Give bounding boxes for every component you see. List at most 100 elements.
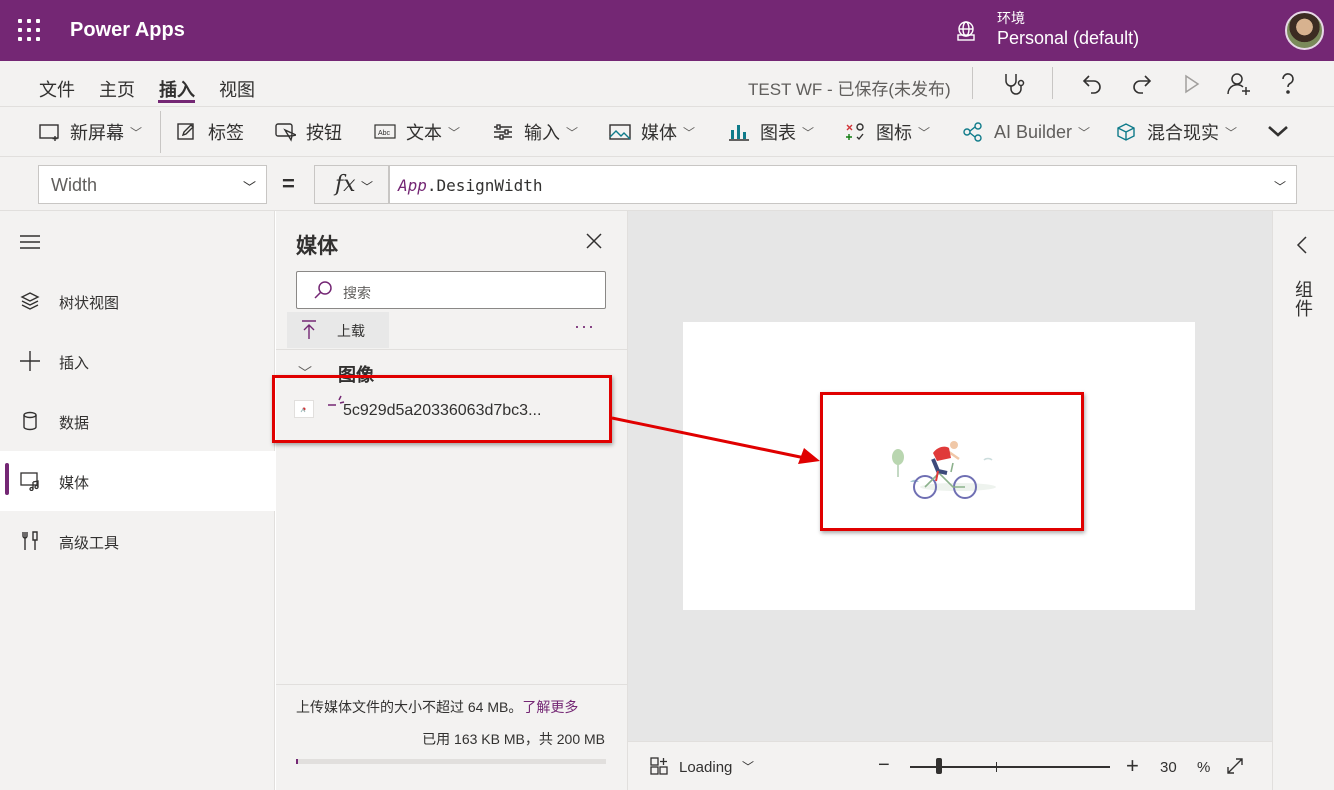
- search-placeholder: 搜索: [343, 285, 371, 301]
- expand-ribbon-chevron-icon[interactable]: [1266, 123, 1290, 139]
- database-icon: [23, 411, 37, 431]
- more-options-icon[interactable]: ···: [574, 316, 595, 337]
- components-pane-label[interactable]: 组件: [1294, 281, 1314, 319]
- icons-button[interactable]: 图标 ﹀: [844, 121, 930, 143]
- chevron-down-icon: ﹀: [448, 125, 461, 140]
- menu-insert[interactable]: 插入: [159, 76, 195, 102]
- nav-item-label: 高级工具: [59, 535, 120, 552]
- panel-title: 媒体: [296, 235, 338, 258]
- icons-label: 图标: [876, 123, 912, 143]
- chevron-down-icon: ﹀: [1078, 125, 1091, 140]
- close-icon[interactable]: [584, 231, 604, 251]
- nav-item-label: 数据: [59, 415, 90, 432]
- mixed-reality-button[interactable]: 混合现实 ﹀: [1115, 121, 1237, 143]
- menu-home[interactable]: 主页: [99, 76, 135, 102]
- nav-item-label: 树状视图: [59, 295, 120, 312]
- formula-input[interactable]: App.DesignWidth ﹀: [389, 165, 1297, 204]
- zoom-slider-thumb[interactable]: [936, 758, 942, 774]
- chevron-left-icon[interactable]: [1295, 235, 1309, 255]
- property-value: Width: [51, 175, 98, 195]
- document-status: TEST WF - 已保存(未发布): [748, 80, 951, 99]
- ai-builder-button[interactable]: AI Builder ﹀: [962, 121, 1090, 143]
- nav-item-media[interactable]: 媒体: [0, 451, 275, 511]
- hamburger-menu-icon[interactable]: [20, 235, 40, 249]
- environment-name[interactable]: Personal (default): [997, 28, 1139, 49]
- media-icon: [20, 472, 39, 491]
- nav-item-advanced-tools[interactable]: 高级工具: [0, 511, 275, 571]
- nav-item-tree-view[interactable]: 树状视图: [0, 271, 275, 331]
- undo-icon[interactable]: [1079, 70, 1107, 98]
- active-indicator: [5, 463, 9, 495]
- zoom-value[interactable]: 30: [1160, 759, 1177, 776]
- divider: [276, 349, 628, 350]
- text-icon: Abc: [374, 124, 396, 139]
- new-screen-button[interactable]: 新屏幕 ﹀: [38, 121, 142, 143]
- upload-size-note: 上传媒体文件的大小不超过 64 MB。了解更多: [296, 697, 578, 717]
- nav-item-insert[interactable]: 插入: [0, 331, 275, 391]
- svg-text:Abc: Abc: [378, 130, 391, 137]
- media-panel: 媒体 搜索 上载 ··· ﹀ 图像 5c929d5a20336063d7bc3.…: [276, 211, 628, 790]
- new-screen-icon: [39, 124, 59, 141]
- chevron-down-icon[interactable]: ﹀: [1274, 178, 1286, 195]
- property-dropdown[interactable]: Width ﹀: [38, 165, 267, 204]
- upload-button[interactable]: 上载: [287, 312, 389, 348]
- search-icon: [314, 281, 332, 299]
- edit-label-icon: [177, 123, 194, 140]
- text-label: 文本: [406, 123, 442, 143]
- ai-builder-label: AI Builder: [994, 121, 1073, 142]
- plus-icon: [20, 351, 40, 371]
- zoom-out-button[interactable]: −: [878, 754, 890, 777]
- environment-label: 环境: [997, 10, 1025, 26]
- menu-view[interactable]: 视图: [219, 76, 255, 102]
- nav-item-label: 媒体: [59, 475, 90, 492]
- help-icon[interactable]: [1274, 70, 1302, 98]
- redo-icon[interactable]: [1127, 70, 1155, 98]
- text-button[interactable]: Abc 文本 ﹀: [374, 121, 460, 143]
- nav-item-data[interactable]: 数据: [0, 391, 275, 451]
- divider: [1052, 67, 1053, 99]
- media-label: 媒体: [641, 123, 677, 143]
- upload-note-text: 上传媒体文件的大小不超过 64 MB。: [296, 699, 523, 715]
- annotation-highlight-image: [820, 392, 1084, 531]
- zoom-in-button[interactable]: +: [1126, 753, 1139, 779]
- chevron-down-icon[interactable]: ﹀: [742, 758, 754, 775]
- environment-icon[interactable]: [955, 20, 977, 42]
- chart-icon: [729, 125, 749, 141]
- layers-icon: [20, 292, 40, 310]
- chart-label: 图表: [760, 123, 796, 143]
- new-screen-label: 新屏幕: [70, 123, 124, 143]
- user-avatar[interactable]: [1285, 11, 1324, 50]
- button-button[interactable]: 按钮: [274, 121, 342, 143]
- screen-selector-label[interactable]: Loading: [679, 759, 732, 776]
- play-icon[interactable]: [1177, 70, 1205, 98]
- chart-button[interactable]: 图表 ﹀: [728, 121, 814, 143]
- chevron-down-icon: ﹀: [566, 125, 579, 140]
- label-label: 标签: [208, 123, 244, 143]
- icons-icon: [846, 123, 864, 141]
- chevron-down-icon: ﹀: [130, 125, 143, 140]
- menu-file[interactable]: 文件: [39, 76, 75, 102]
- learn-more-link[interactable]: 了解更多: [522, 699, 578, 715]
- insert-ribbon: 新屏幕 ﹀ 标签 按钮 Abc 文本 ﹀ 输入 ﹀ 媒体 ﹀ 图表 ﹀ 图标 ﹀ AI Bu…: [0, 107, 1334, 157]
- button-icon: [275, 123, 296, 142]
- label-button[interactable]: 标签: [176, 121, 244, 143]
- fx-button[interactable]: fx ﹀: [314, 165, 389, 204]
- screen-layout-icon: [650, 757, 668, 775]
- canvas-status-bar: Loading ﹀ − + 30 %: [628, 741, 1272, 790]
- formula-text: App.DesignWidth: [398, 176, 543, 195]
- chevron-down-icon: ﹀: [802, 125, 815, 140]
- stethoscope-icon[interactable]: [1000, 70, 1028, 98]
- divider: [160, 111, 161, 153]
- mixed-reality-label: 混合现实: [1147, 123, 1219, 143]
- media-button[interactable]: 媒体 ﹀: [609, 121, 695, 143]
- equals-sign: =: [282, 171, 295, 196]
- app-launcher-icon[interactable]: [18, 19, 40, 41]
- app-title[interactable]: Power Apps: [70, 19, 185, 42]
- app-header: Power Apps 环境 Personal (default): [0, 0, 1334, 61]
- chevron-down-icon: ﹀: [242, 180, 256, 195]
- search-input[interactable]: 搜索: [296, 271, 606, 309]
- fit-to-window-icon[interactable]: [1226, 757, 1244, 775]
- ai-builder-icon: [963, 122, 982, 142]
- share-user-icon[interactable]: [1225, 70, 1253, 98]
- input-button[interactable]: 输入 ﹀: [492, 121, 578, 143]
